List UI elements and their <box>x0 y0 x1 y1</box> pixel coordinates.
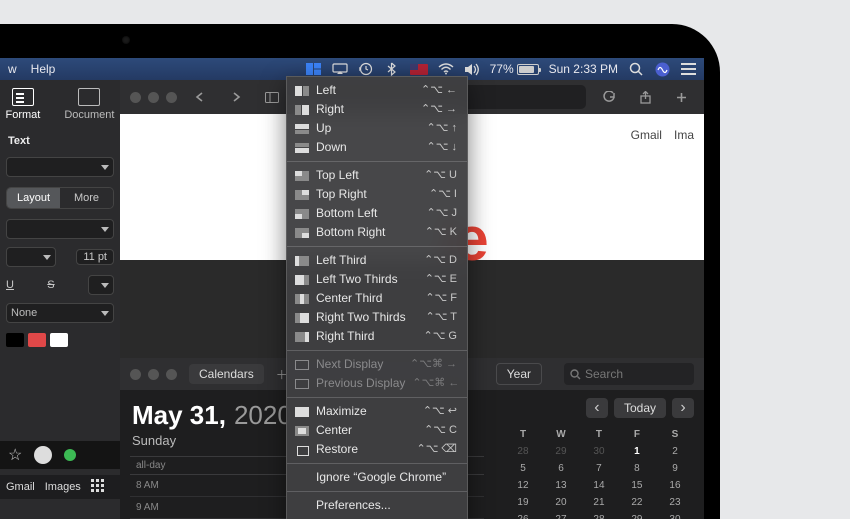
disp-position-icon <box>295 379 309 389</box>
view-segmented[interactable]: Year <box>496 363 542 385</box>
bm-images[interactable]: Images <box>45 481 81 493</box>
tl-position-icon <box>295 171 309 181</box>
volume-icon[interactable] <box>464 61 480 77</box>
siri-icon[interactable] <box>654 61 670 77</box>
back-button[interactable] <box>187 86 213 108</box>
strike-button[interactable]: S <box>47 279 54 291</box>
char-style-select[interactable]: None <box>6 303 114 323</box>
forward-button[interactable] <box>223 86 249 108</box>
new-tab-button[interactable] <box>668 86 694 108</box>
color-swatches[interactable] <box>0 327 120 353</box>
menu-item-right-third[interactable]: Right Third⌃⌥ G <box>287 327 467 346</box>
prev-button[interactable]: ‹ <box>586 398 608 418</box>
underline-button[interactable]: U <box>6 279 14 291</box>
layout-subtab[interactable]: Layout <box>7 188 60 208</box>
menu-item-center[interactable]: Center⌃⌥ C <box>287 421 467 440</box>
timemachine-icon[interactable] <box>358 61 374 77</box>
document-icon <box>78 88 100 106</box>
today-button[interactable]: Today <box>614 398 666 418</box>
cen-position-icon <box>295 426 309 436</box>
images-link[interactable]: Ima <box>674 128 694 142</box>
window-controls[interactable] <box>130 92 177 103</box>
rectangle-menubar-icon[interactable] <box>306 61 322 77</box>
input-source-flag-icon[interactable] <box>410 64 428 75</box>
bm-gmail[interactable]: Gmail <box>6 481 35 493</box>
menu-item-left-two-thirds[interactable]: Left Two Thirds⌃⌥ E <box>287 270 467 289</box>
view-year[interactable]: Year <box>497 364 541 384</box>
menu-item-previous-display: Previous Display⌃⌥⌘ ← <box>287 374 467 393</box>
menu-item-ignore-google-chrome[interactable]: Ignore “Google Chrome” <box>287 468 467 487</box>
menu-item-next-display: Next Display⌃⌥⌘ → <box>287 355 467 374</box>
menu-item-left[interactable]: Left⌃⌥ ← <box>287 81 467 100</box>
res-position-icon <box>295 445 309 455</box>
status-dot-icon <box>64 449 76 461</box>
rectangle-menu: Left⌃⌥ ←Right⌃⌥ →Up⌃⌥ ↑Down⌃⌥ ↓ Top Left⌃… <box>286 76 468 519</box>
app-menu-item[interactable]: w <box>8 62 17 76</box>
font-family-select[interactable] <box>6 219 114 239</box>
window-controls[interactable] <box>130 369 177 380</box>
camera-dot <box>122 36 130 44</box>
l23-position-icon <box>295 275 309 285</box>
br-position-icon <box>295 228 309 238</box>
bookmarks-bar: Gmail Images <box>0 475 120 499</box>
font-size-field[interactable]: 11 pt <box>76 249 114 265</box>
share-button[interactable] <box>632 86 658 108</box>
airplay-icon[interactable] <box>332 61 348 77</box>
next-button[interactable]: › <box>672 398 694 418</box>
tr-position-icon <box>295 190 309 200</box>
spotlight-icon[interactable] <box>628 61 644 77</box>
calendar-search[interactable]: Search <box>564 363 694 385</box>
menu-item-bottom-right[interactable]: Bottom Right⌃⌥ K <box>287 223 467 242</box>
more-subtab[interactable]: More <box>60 188 113 208</box>
bl-position-icon <box>295 209 309 219</box>
menubar-clock[interactable]: Sun 2:33 PM <box>549 62 618 76</box>
menu-item-help[interactable]: Help <box>287 515 467 519</box>
menu-item-preferences[interactable]: Preferences... <box>287 496 467 515</box>
font-style-select[interactable] <box>6 247 56 267</box>
sidebar-toggle-icon[interactable] <box>259 86 285 108</box>
up-position-icon <box>295 124 309 134</box>
r23-position-icon <box>295 313 309 323</box>
format-tab[interactable]: Format <box>6 88 41 121</box>
left-position-icon <box>295 86 309 96</box>
menu-item-maximize[interactable]: Maximize⌃⌥ ↩ <box>287 402 467 421</box>
r3-position-icon <box>295 332 309 342</box>
apps-grid-icon[interactable] <box>91 479 107 495</box>
menu-item-left-third[interactable]: Left Third⌃⌥ D <box>287 251 467 270</box>
battery-status[interactable]: 77% <box>490 62 539 76</box>
right-position-icon <box>295 105 309 115</box>
disp-position-icon <box>295 360 309 370</box>
text-color-select[interactable] <box>88 275 114 295</box>
text-subtabs[interactable]: Layout More <box>6 187 114 209</box>
browser-toolbar-fragment: ☆ <box>0 441 120 469</box>
wifi-icon[interactable] <box>438 61 454 77</box>
account-avatar[interactable] <box>34 446 52 464</box>
document-tab[interactable]: Document <box>64 88 114 121</box>
bluetooth-icon[interactable] <box>384 61 400 77</box>
reload-button[interactable] <box>596 86 622 108</box>
gmail-link[interactable]: Gmail <box>631 128 662 142</box>
menu-item-center-third[interactable]: Center Third⌃⌥ F <box>287 289 467 308</box>
mini-month[interactable]: TWTFS 2829301256789121314151619202122232… <box>504 426 694 519</box>
menu-item-restore[interactable]: Restore⌃⌥ ⌫ <box>287 440 467 459</box>
menu-item-right-two-thirds[interactable]: Right Two Thirds⌃⌥ T <box>287 308 467 327</box>
l3-position-icon <box>295 256 309 266</box>
calendars-button[interactable]: Calendars <box>189 364 264 384</box>
menu-item-down[interactable]: Down⌃⌥ ↓ <box>287 138 467 157</box>
bookmark-star-icon[interactable]: ☆ <box>8 445 22 465</box>
menu-item-top-left[interactable]: Top Left⌃⌥ U <box>287 166 467 185</box>
text-section-heading: Text <box>0 125 120 153</box>
menu-item-top-right[interactable]: Top Right⌃⌥ I <box>287 185 467 204</box>
battery-percent: 77% <box>490 62 514 76</box>
c3-position-icon <box>295 294 309 304</box>
max-position-icon <box>295 407 309 417</box>
app-menu-help[interactable]: Help <box>31 62 56 76</box>
menu-item-up[interactable]: Up⌃⌥ ↑ <box>287 119 467 138</box>
notification-center-icon[interactable] <box>680 61 696 77</box>
down-position-icon <box>295 143 309 153</box>
paragraph-style-select[interactable] <box>6 157 114 177</box>
menu-item-bottom-left[interactable]: Bottom Left⌃⌥ J <box>287 204 467 223</box>
menu-item-right[interactable]: Right⌃⌥ → <box>287 100 467 119</box>
format-icon <box>12 88 34 106</box>
